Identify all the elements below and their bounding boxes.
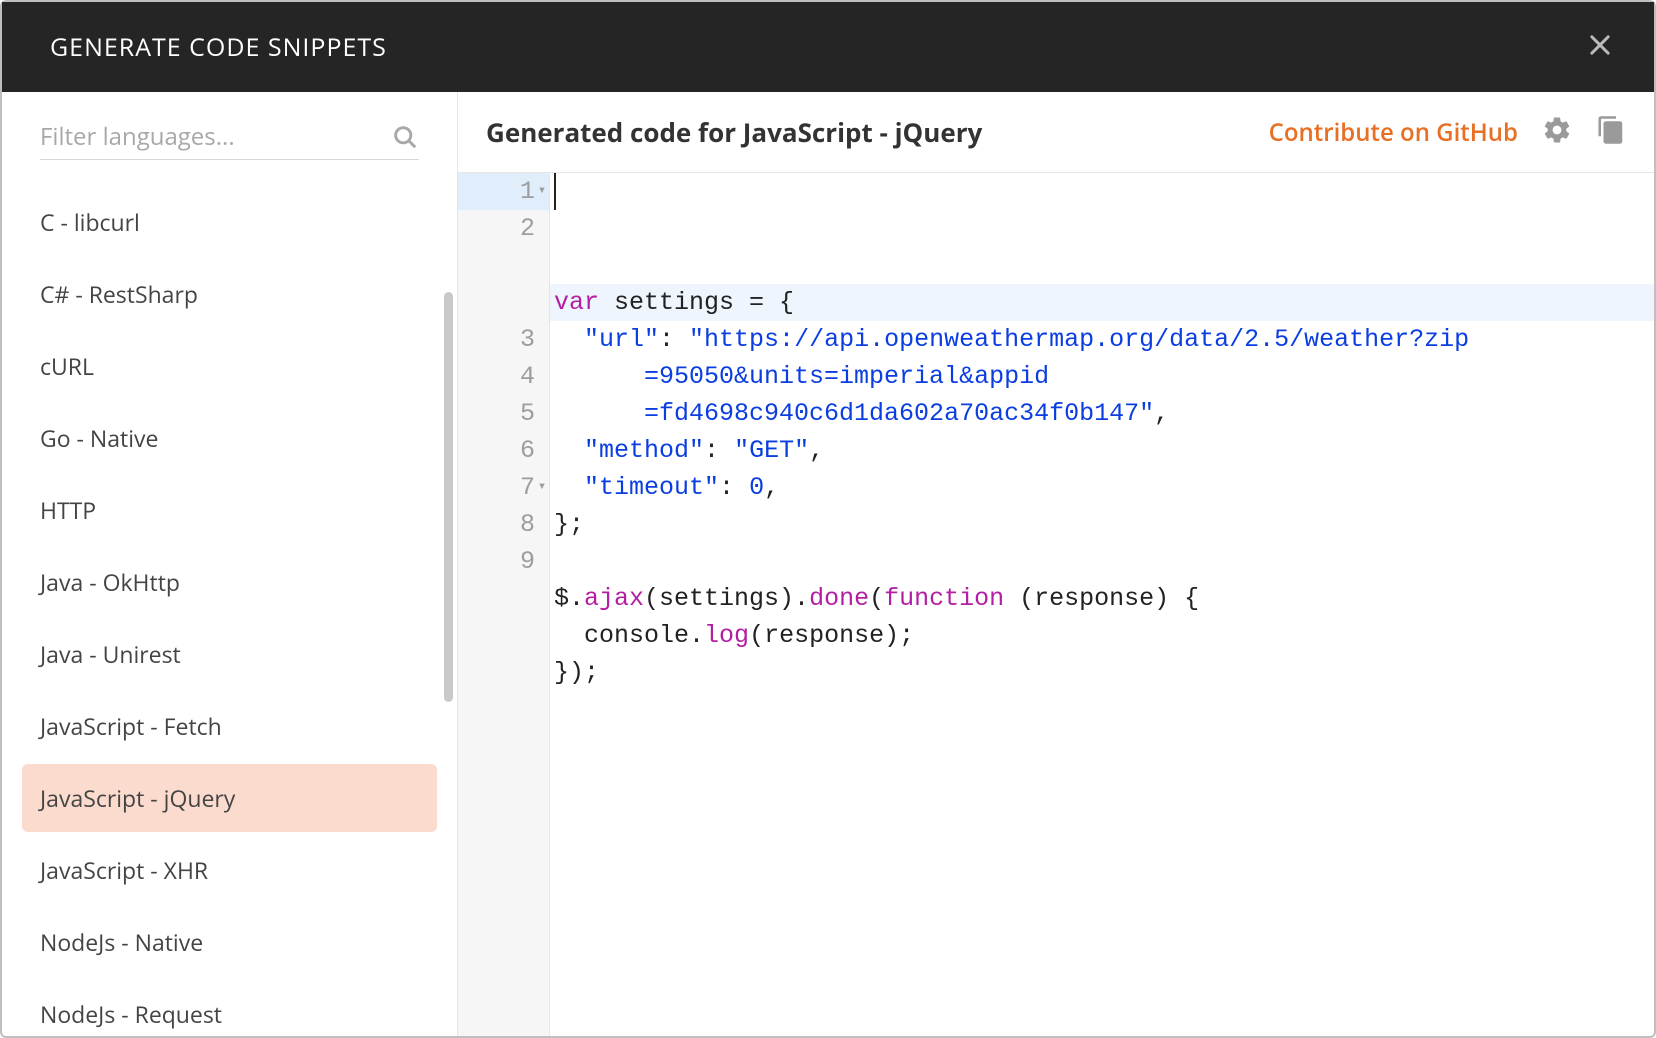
code-line: var settings = { — [550, 284, 1654, 321]
editor-cursor — [554, 173, 556, 210]
gutter-line: 4 — [458, 358, 549, 395]
editor-code[interactable]: var settings = { "url": "https://api.ope… — [550, 173, 1654, 1036]
close-icon — [1586, 31, 1614, 64]
close-button[interactable] — [1586, 31, 1614, 64]
fold-marker-icon[interactable]: ▾ — [535, 469, 549, 506]
language-sidebar: C - libcurlC# - RestSharpcURLGo - Native… — [2, 92, 458, 1036]
settings-button[interactable] — [1542, 115, 1572, 150]
modal-title: GENERATE CODE SNIPPETS — [50, 30, 387, 64]
contribute-github-link[interactable]: Contribute on GitHub — [1269, 116, 1518, 149]
code-line: "url": "https://api.openweathermap.org/d… — [550, 321, 1654, 358]
main-header: Generated code for JavaScript - jQuery C… — [458, 92, 1654, 172]
code-line: }); — [550, 654, 1654, 691]
code-line: $.ajax(settings).done(function (response… — [550, 580, 1654, 617]
language-item[interactable]: cURL — [22, 332, 437, 400]
code-editor[interactable]: 1▾2 34567▾89 var settings = { "url": "htt… — [458, 172, 1654, 1036]
generated-code-title: Generated code for JavaScript - jQuery — [486, 114, 1245, 150]
gutter-line: 7▾ — [458, 469, 549, 506]
gutter-line: 8 — [458, 506, 549, 543]
modal-header: GENERATE CODE SNIPPETS — [2, 2, 1654, 92]
main-panel: Generated code for JavaScript - jQuery C… — [458, 92, 1654, 1036]
fold-marker-icon[interactable]: ▾ — [535, 173, 549, 210]
code-line: console.log(response); — [550, 617, 1654, 654]
sidebar-scrollbar[interactable] — [444, 292, 453, 702]
code-line: =95050&units=imperial&appid — [550, 358, 1654, 395]
language-item[interactable]: Java - OkHttp — [22, 548, 437, 616]
language-list[interactable]: C - libcurlC# - RestSharpcURLGo - Native… — [2, 170, 457, 1036]
language-item[interactable]: NodeJs - Native — [22, 908, 437, 976]
gutter-line: 5 — [458, 395, 549, 432]
editor-gutter: 1▾2 34567▾89 — [458, 173, 550, 1036]
language-item[interactable]: C - libcurl — [22, 188, 437, 256]
language-item[interactable]: Go - Native — [22, 404, 437, 472]
code-line: }; — [550, 506, 1654, 543]
gutter-line: 9 — [458, 543, 549, 580]
language-item[interactable]: NodeJs - Request — [22, 980, 437, 1036]
filter-languages-input[interactable] — [40, 120, 391, 153]
gutter-line: 3 — [458, 321, 549, 358]
language-item[interactable]: HTTP — [22, 476, 437, 544]
language-item[interactable]: Java - Unirest — [22, 620, 437, 688]
gutter-line: 2 — [458, 210, 549, 247]
search-icon — [391, 123, 419, 151]
copy-icon — [1596, 115, 1626, 150]
language-item[interactable]: JavaScript - XHR — [22, 836, 437, 904]
gutter-line — [458, 284, 549, 321]
language-item[interactable]: JavaScript - jQuery — [22, 764, 437, 832]
gutter-line: 1▾ — [458, 173, 549, 210]
gutter-line — [458, 247, 549, 284]
gear-icon — [1542, 115, 1572, 150]
gutter-line: 6 — [458, 432, 549, 469]
code-line: "timeout": 0, — [550, 469, 1654, 506]
copy-code-button[interactable] — [1596, 115, 1626, 150]
language-item[interactable]: JavaScript - Fetch — [22, 692, 437, 760]
code-line: =fd4698c940c6d1da602a70ac34f0b147", — [550, 395, 1654, 432]
language-item[interactable]: C# - RestSharp — [22, 260, 437, 328]
code-line: "method": "GET", — [550, 432, 1654, 469]
code-line — [550, 543, 1654, 580]
